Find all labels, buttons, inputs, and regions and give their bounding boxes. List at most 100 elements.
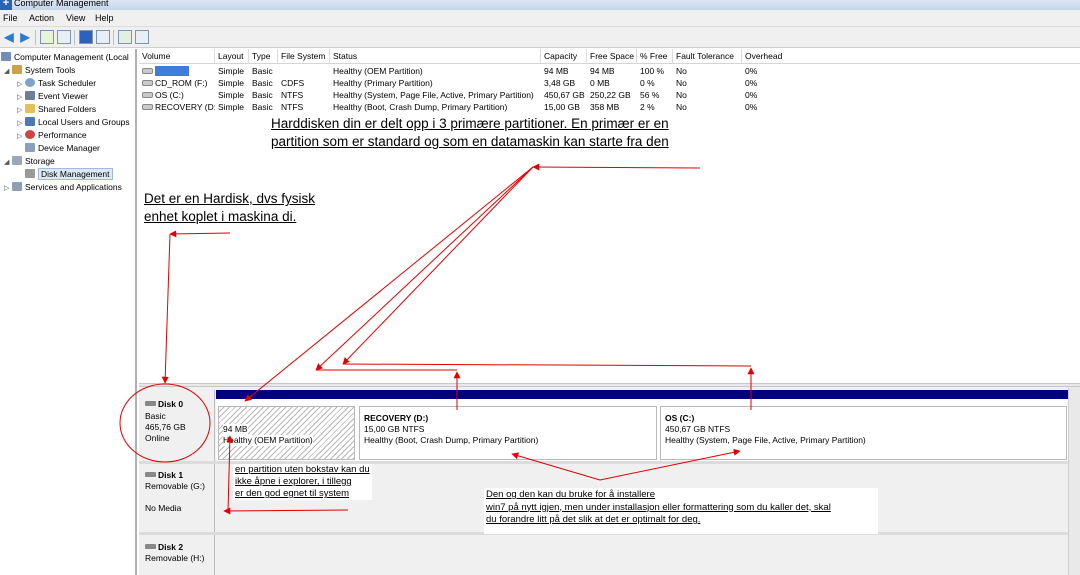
volume-icon [142, 68, 153, 74]
cell-overhead: 0% [745, 90, 758, 100]
expand-icon[interactable]: ▷ [17, 131, 25, 143]
show-hide-tree-icon[interactable] [57, 30, 71, 44]
tree-item-storage[interactable]: ◢ Storage [4, 155, 55, 168]
tree-item-computer-management[interactable]: Computer Management (Local [1, 51, 129, 64]
table-row[interactable]: RECOVERY (D:) Simple Basic NTFS Healthy … [139, 101, 1080, 113]
cell-file-system [278, 65, 330, 77]
cell-free-space: 0 MB [590, 78, 610, 88]
cell-type: Basic [252, 78, 273, 88]
cell-layout: Simple [218, 78, 244, 88]
forward-arrow-icon[interactable]: ▶ [18, 30, 32, 44]
tree-item-task-scheduler[interactable]: ▷ Task Scheduler [17, 77, 96, 90]
column-layout[interactable]: Layout [215, 49, 249, 64]
column-status[interactable]: Status [330, 49, 541, 64]
refresh-icon[interactable] [118, 30, 132, 44]
computer-icon [1, 52, 11, 61]
navigation-tree: Computer Management (Local ◢ System Tools… [0, 49, 137, 575]
disk-2-type: Removable (H:) [145, 553, 205, 563]
cell-capacity: 94 MB [544, 66, 569, 76]
disk-0-name: Disk 0 [158, 399, 184, 409]
column-overhead[interactable]: Overhead [742, 49, 802, 64]
menu-action[interactable]: Action [29, 13, 54, 23]
table-row[interactable]: Simple Basic Healthy (OEM Partition) 94 … [139, 65, 1080, 77]
cell-capacity: 450,67 GB [544, 90, 585, 100]
cell-status: Healthy (Primary Partition) [333, 78, 433, 88]
disk-1-state: No Media [145, 503, 182, 513]
export-list-icon[interactable] [135, 30, 149, 44]
column-capacity[interactable]: Capacity [541, 49, 587, 64]
event-log-icon [25, 91, 35, 100]
tools-icon [12, 65, 22, 74]
collapse-icon[interactable]: ◢ [4, 66, 12, 78]
cell-fault-tolerance: No [676, 102, 687, 112]
menu-view[interactable]: View [66, 13, 85, 23]
disk-1-label[interactable]: Disk 1 Removable (G:) No Media [139, 464, 215, 532]
cell-percent-free: 2 % [640, 102, 655, 112]
column-free-space[interactable]: Free Space [587, 49, 637, 64]
cell-free-space: 358 MB [590, 102, 620, 112]
expand-icon[interactable]: ▷ [4, 183, 12, 195]
collapse-icon[interactable]: ◢ [4, 157, 12, 169]
tree-item-device-manager[interactable]: Device Manager [25, 142, 100, 155]
menu-help[interactable]: Help [95, 13, 114, 23]
tree-item-system-tools[interactable]: ◢ System Tools [4, 64, 75, 77]
cell-overhead: 0% [745, 102, 758, 112]
column-volume[interactable]: Volume [139, 49, 215, 64]
column-file-system[interactable]: File System [278, 49, 330, 64]
annotation-harddisk: Det er en Hardisk, dvs fysisk enhet kopl… [144, 190, 316, 226]
tree-item-event-viewer[interactable]: ▷ Event Viewer [17, 90, 88, 103]
annotation-oem-partition: en partition uten bokstav kan du ikke åp… [233, 464, 372, 500]
properties-icon[interactable] [96, 30, 110, 44]
tree-item-local-users[interactable]: ▷ Local Users and Groups [17, 116, 130, 129]
cell-fault-tolerance: No [676, 90, 687, 100]
tree-item-disk-management[interactable]: Disk Management [25, 168, 113, 181]
disk-icon [25, 169, 35, 178]
cell-status: Healthy (OEM Partition) [333, 66, 423, 76]
table-row[interactable]: CD_ROM (F:) Simple Basic CDFS Healthy (P… [139, 77, 1080, 89]
annotation-primary-partitions: Harddisken din er delt opp i 3 primære p… [271, 115, 669, 151]
back-arrow-icon[interactable]: ◀ [2, 30, 16, 44]
disk-0-label[interactable]: Disk 0 Basic 465,76 GB Online [139, 390, 215, 461]
removable-disk-icon [145, 544, 156, 549]
disk-1-type: Removable (G:) [145, 481, 205, 491]
table-row[interactable]: OS (C:) Simple Basic NTFS Healthy (Syste… [139, 89, 1080, 101]
column-percent-free[interactable]: % Free [637, 49, 673, 64]
cell-type: Basic [252, 102, 273, 112]
partition-os[interactable]: OS (C:) 450,67 GB NTFS Healthy (System, … [660, 406, 1067, 460]
cell-percent-free: 0 % [640, 78, 655, 88]
cell-volume: RECOVERY (D:) [155, 102, 215, 112]
disk-2-label[interactable]: Disk 2 Removable (H:) [139, 535, 215, 575]
disk-0-size: 465,76 GB [145, 422, 186, 432]
cell-percent-free: 100 % [640, 66, 665, 76]
cell-layout: Simple [218, 66, 244, 76]
toolbar: ◀ ▶ [0, 27, 1080, 48]
removable-disk-icon [145, 472, 156, 477]
disk-0-partitions: 94 MB Healthy (OEM Partition) RECOVERY (… [216, 390, 1068, 461]
tree-item-services[interactable]: ▷ Services and Applications [4, 181, 122, 194]
disk-0-type: Basic [145, 411, 166, 421]
device-manager-icon [25, 143, 35, 152]
cell-capacity: 15,00 GB [544, 102, 580, 112]
storage-icon [12, 156, 22, 165]
column-type[interactable]: Type [249, 49, 278, 64]
selected-volume-highlight [155, 66, 189, 76]
cell-volume: CD_ROM (F:) [155, 78, 208, 88]
volume-icon [142, 80, 153, 86]
column-fault-tolerance[interactable]: Fault Tolerance [673, 49, 742, 64]
folder-icon [25, 104, 35, 113]
cell-type: Basic [252, 66, 273, 76]
up-folder-icon[interactable] [40, 30, 54, 44]
tree-item-performance[interactable]: ▷ Performance [17, 129, 87, 142]
partition-oem[interactable]: 94 MB Healthy (OEM Partition) [218, 406, 355, 460]
help-icon[interactable] [79, 30, 93, 44]
cell-free-space: 94 MB [590, 66, 615, 76]
cell-status: Healthy (Boot, Crash Dump, Primary Parti… [333, 102, 508, 112]
tree-item-shared-folders[interactable]: ▷ Shared Folders [17, 103, 96, 116]
cell-overhead: 0% [745, 78, 758, 88]
partition-recovery[interactable]: RECOVERY (D:) 15,00 GB NTFS Healthy (Boo… [359, 406, 657, 460]
annotation-reinstall: Den og den kan du bruke for å installere… [484, 488, 878, 534]
cell-status: Healthy (System, Page File, Active, Prim… [333, 90, 534, 100]
menu-file[interactable]: File [3, 13, 18, 23]
cell-layout: Simple [218, 90, 244, 100]
vertical-scrollbar[interactable] [1068, 387, 1080, 575]
